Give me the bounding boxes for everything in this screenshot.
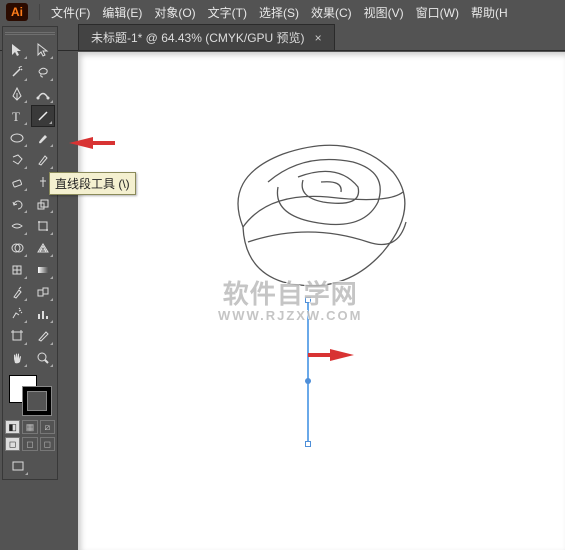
ellipse-tool[interactable] <box>5 127 29 149</box>
annotation-arrow-tool <box>69 137 93 149</box>
line-segment-tool[interactable] <box>31 105 55 127</box>
menu-view[interactable]: 视图(V) <box>358 1 410 24</box>
column-graph-tool[interactable] <box>31 303 55 325</box>
perspective-grid-tool[interactable] <box>31 237 55 259</box>
shape-builder-tool[interactable] <box>5 237 29 259</box>
draw-normal[interactable]: ◻ <box>5 437 20 451</box>
eraser-tool[interactable] <box>5 171 29 193</box>
screen-mode[interactable] <box>5 455 30 477</box>
draw-inside[interactable]: ◻ <box>40 437 55 451</box>
menu-help[interactable]: 帮助(H <box>465 1 514 24</box>
tools-panel: T <box>2 26 58 480</box>
menu-file[interactable]: 文件(F) <box>45 1 96 24</box>
slice-tool[interactable] <box>31 325 55 347</box>
fill-gradient-mode[interactable]: ▦ <box>22 420 37 434</box>
lasso-tool[interactable] <box>31 61 55 83</box>
free-transform-tool[interactable] <box>31 215 55 237</box>
watermark-sub: WWW.RJZXW.COM <box>218 309 362 323</box>
menu-window[interactable]: 窗口(W) <box>410 1 465 24</box>
paintbrush-tool[interactable] <box>31 127 55 149</box>
fill-color-mode[interactable]: ◧ <box>5 420 20 434</box>
document-tab[interactable]: 未标题-1* @ 64.43% (CMYK/GPU 预览) × <box>78 24 335 50</box>
separator <box>39 4 40 20</box>
fill-mode-row: ◧ ▦ ⧄ <box>5 420 55 434</box>
zoom-tool[interactable] <box>31 347 55 369</box>
shaper-tool[interactable] <box>5 149 29 171</box>
stroke-swatch[interactable] <box>23 387 51 415</box>
menu-edit[interactable]: 编辑(E) <box>96 1 148 24</box>
watermark-main: 软件自学网 <box>223 279 358 309</box>
direct-selection-tool[interactable] <box>31 39 55 61</box>
menu-select[interactable]: 选择(S) <box>253 1 305 24</box>
scale-tool[interactable] <box>31 193 55 215</box>
hand-tool[interactable] <box>5 347 29 369</box>
draw-mode-row: ◻ ◻ ◻ <box>5 437 55 451</box>
mesh-tool[interactable] <box>5 259 29 281</box>
document-tab-label: 未标题-1* @ 64.43% (CMYK/GPU 预览) <box>91 29 305 46</box>
fill-stroke-swatches[interactable] <box>5 373 55 417</box>
draw-behind[interactable]: ◻ <box>22 437 37 451</box>
annotation-arrow-canvas <box>330 349 354 361</box>
menu-object[interactable]: 对象(O) <box>148 1 201 24</box>
pencil-tool[interactable] <box>31 149 55 171</box>
magic-wand-tool[interactable] <box>5 61 29 83</box>
tool-tooltip: 直线段工具 (\) <box>49 172 136 195</box>
document-tab-bar: 未标题-1* @ 64.43% (CMYK/GPU 预览) × <box>0 24 565 51</box>
panel-grip[interactable] <box>5 29 55 37</box>
menu-effect[interactable]: 效果(C) <box>305 1 358 24</box>
tab-close-button[interactable]: × <box>313 31 324 45</box>
rotate-tool[interactable] <box>5 193 29 215</box>
curvature-tool[interactable] <box>31 83 55 105</box>
app-logo: Ai <box>6 3 28 21</box>
blend-tool[interactable] <box>31 281 55 303</box>
selection-tool[interactable] <box>5 39 29 61</box>
type-tool[interactable]: T <box>5 105 29 127</box>
eyedropper-tool[interactable] <box>5 281 29 303</box>
canvas[interactable]: 软件自学网 WWW.RJZXW.COM <box>78 52 565 550</box>
pen-tool[interactable] <box>5 83 29 105</box>
menu-bar: Ai 文件(F) 编辑(E) 对象(O) 文字(T) 选择(S) 效果(C) 视… <box>0 0 565 24</box>
svg-text:T: T <box>12 109 20 123</box>
fill-none-mode[interactable]: ⧄ <box>40 420 55 434</box>
menu-type[interactable]: 文字(T) <box>202 1 253 24</box>
artboard-tool[interactable] <box>5 325 29 347</box>
line-mid-anchor[interactable] <box>305 378 311 384</box>
symbol-sprayer-tool[interactable] <box>5 303 29 325</box>
watermark: 软件自学网 WWW.RJZXW.COM <box>218 280 362 323</box>
line-end-anchor-bottom[interactable] <box>305 441 311 447</box>
width-tool[interactable] <box>5 215 29 237</box>
gradient-tool[interactable] <box>31 259 55 281</box>
